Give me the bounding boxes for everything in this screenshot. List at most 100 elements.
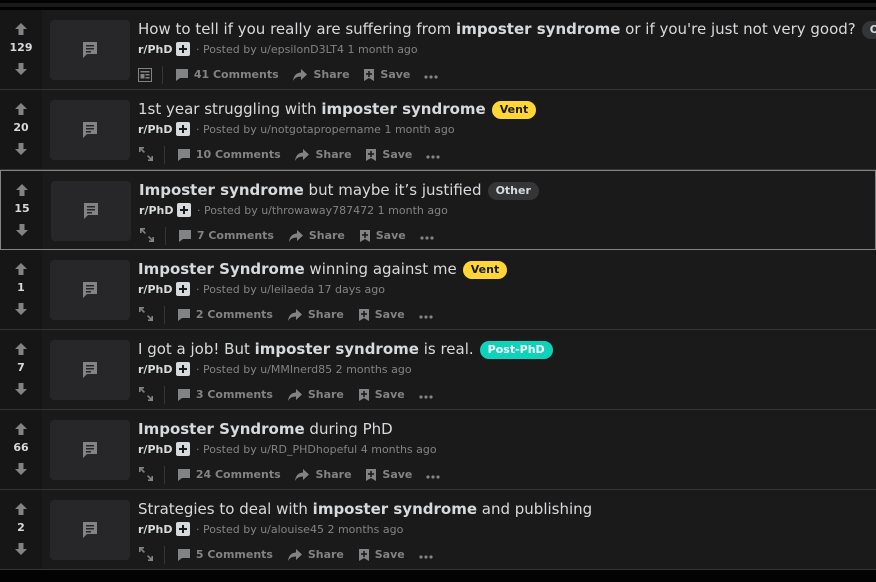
join-icon[interactable] xyxy=(176,442,191,456)
subreddit-link[interactable]: r/PhD xyxy=(138,123,172,136)
more-options-button[interactable] xyxy=(419,230,434,243)
save-button[interactable]: Save xyxy=(358,386,405,404)
flair-badge[interactable]: Other xyxy=(487,182,539,200)
post-card[interactable]: 20 1st year struggling with imposter syn… xyxy=(0,90,876,170)
post-card[interactable]: 1 Imposter Syndrome winning against me Ve… xyxy=(0,250,876,330)
share-button[interactable]: Share xyxy=(294,466,352,484)
post-title[interactable]: Imposter Syndrome winning against me Vent xyxy=(138,259,508,279)
comments-button[interactable]: 41 Comments xyxy=(175,66,279,84)
more-options-button[interactable] xyxy=(418,389,433,402)
post-thumbnail[interactable] xyxy=(50,20,130,80)
expand-button[interactable] xyxy=(138,66,152,84)
upvote-arrow-icon[interactable] xyxy=(14,262,28,276)
text-post-icon xyxy=(83,42,97,58)
join-icon[interactable] xyxy=(176,122,191,136)
more-options-button[interactable] xyxy=(426,469,440,482)
post-card[interactable]: 7 I got a job! But imposter syndrome is … xyxy=(0,330,876,410)
downvote-arrow-icon[interactable] xyxy=(14,142,28,156)
posted-by-link[interactable]: · Posted by u/epsilonD3LT4 xyxy=(196,43,344,56)
save-button[interactable]: Save xyxy=(359,227,406,245)
join-icon[interactable] xyxy=(176,522,191,536)
upvote-arrow-icon[interactable] xyxy=(14,102,28,116)
post-title[interactable]: 1st year struggling with imposter syndro… xyxy=(138,99,537,119)
vote-count: 2 xyxy=(17,521,25,534)
downvote-arrow-icon[interactable] xyxy=(14,302,28,316)
downvote-arrow-icon[interactable] xyxy=(14,382,28,396)
expand-button[interactable] xyxy=(138,466,154,484)
posted-by-link[interactable]: · Posted by u/leilaeda xyxy=(196,283,314,296)
share-button[interactable]: Share xyxy=(292,66,350,84)
comments-button[interactable]: 3 Comments xyxy=(177,386,273,404)
share-button[interactable]: Share xyxy=(287,306,344,324)
post-thumbnail[interactable] xyxy=(50,100,130,160)
flair-badge[interactable]: Other xyxy=(861,21,876,39)
subreddit-link[interactable]: r/PhD xyxy=(138,443,172,456)
post-thumbnail[interactable] xyxy=(50,340,130,400)
upvote-arrow-icon[interactable] xyxy=(14,502,28,516)
flair-badge[interactable]: Post-PhD xyxy=(479,341,553,359)
post-title[interactable]: I got a job! But imposter syndrome is re… xyxy=(138,339,553,359)
posted-by-link[interactable]: · Posted by u/RD_PHDhopeful xyxy=(196,443,357,456)
join-icon[interactable] xyxy=(177,203,192,217)
post-thumbnail[interactable] xyxy=(51,181,131,241)
save-button[interactable]: Save xyxy=(363,66,410,84)
subreddit-link[interactable]: r/PhD xyxy=(139,204,173,217)
expand-button[interactable] xyxy=(139,227,155,245)
post-title[interactable]: Strategies to deal with imposter syndrom… xyxy=(138,499,592,519)
post-thumbnail[interactable] xyxy=(50,420,130,480)
join-icon[interactable] xyxy=(176,42,191,56)
upvote-arrow-icon[interactable] xyxy=(14,422,28,436)
upvote-arrow-icon[interactable] xyxy=(14,22,28,36)
more-options-button[interactable] xyxy=(424,69,438,82)
flair-badge[interactable]: Vent xyxy=(462,261,508,279)
upvote-arrow-icon[interactable] xyxy=(14,342,28,356)
expand-button[interactable] xyxy=(138,546,154,564)
more-options-button[interactable] xyxy=(418,309,433,322)
more-options-button[interactable] xyxy=(426,149,440,162)
post-title[interactable]: Imposter syndrome but maybe it’s justifi… xyxy=(139,180,539,200)
comments-button[interactable]: 5 Comments xyxy=(177,546,273,564)
share-button[interactable]: Share xyxy=(287,546,344,564)
save-button[interactable]: Save xyxy=(358,546,405,564)
posted-by-link[interactable]: · Posted by u/throwaway787472 xyxy=(197,204,374,217)
post-card[interactable]: 2 Strategies to deal with imposter syndr… xyxy=(0,490,876,570)
save-button[interactable]: Save xyxy=(358,306,405,324)
upvote-arrow-icon[interactable] xyxy=(15,183,29,197)
save-button[interactable]: Save xyxy=(365,466,412,484)
subreddit-link[interactable]: r/PhD xyxy=(138,283,172,296)
expand-button[interactable] xyxy=(138,386,154,404)
comments-button[interactable]: 2 Comments xyxy=(177,306,273,324)
post-title[interactable]: How to tell if you really are suffering … xyxy=(138,19,876,39)
downvote-arrow-icon[interactable] xyxy=(14,542,28,556)
subreddit-link[interactable]: r/PhD xyxy=(138,363,172,376)
share-icon xyxy=(293,69,308,81)
title-text-after: but maybe it’s justified xyxy=(303,181,482,199)
posted-by-link[interactable]: · Posted by u/MMInerd85 xyxy=(196,363,332,376)
subreddit-link[interactable]: r/PhD xyxy=(138,523,172,536)
post-card[interactable]: 129 How to tell if you really are suffer… xyxy=(0,10,876,90)
flair-badge[interactable]: Vent xyxy=(491,101,537,119)
expand-button[interactable] xyxy=(138,146,154,164)
post-card[interactable]: 15 Imposter syndrome but maybe it’s just… xyxy=(0,170,876,250)
downvote-arrow-icon[interactable] xyxy=(14,462,28,476)
post-thumbnail[interactable] xyxy=(50,500,130,560)
post-title[interactable]: Imposter Syndrome during PhD xyxy=(138,419,393,439)
comments-button[interactable]: 24 Comments xyxy=(177,466,281,484)
downvote-arrow-icon[interactable] xyxy=(15,223,29,237)
post-thumbnail[interactable] xyxy=(50,260,130,320)
comments-button[interactable]: 7 Comments xyxy=(178,227,274,245)
join-icon[interactable] xyxy=(176,362,191,376)
post-card[interactable]: 66 Imposter Syndrome during PhD r/PhD · … xyxy=(0,410,876,490)
share-button[interactable]: Share xyxy=(294,146,352,164)
posted-by-link[interactable]: · Posted by u/alouise45 xyxy=(196,523,324,536)
subreddit-link[interactable]: r/PhD xyxy=(138,43,172,56)
share-button[interactable]: Share xyxy=(288,227,345,245)
join-icon[interactable] xyxy=(176,282,191,296)
save-button[interactable]: Save xyxy=(365,146,412,164)
downvote-arrow-icon[interactable] xyxy=(14,62,28,76)
share-button[interactable]: Share xyxy=(287,386,344,404)
comments-button[interactable]: 10 Comments xyxy=(177,146,281,164)
expand-button[interactable] xyxy=(138,306,154,324)
posted-by-link[interactable]: · Posted by u/notgotapropername xyxy=(196,123,381,136)
more-options-button[interactable] xyxy=(418,549,433,562)
